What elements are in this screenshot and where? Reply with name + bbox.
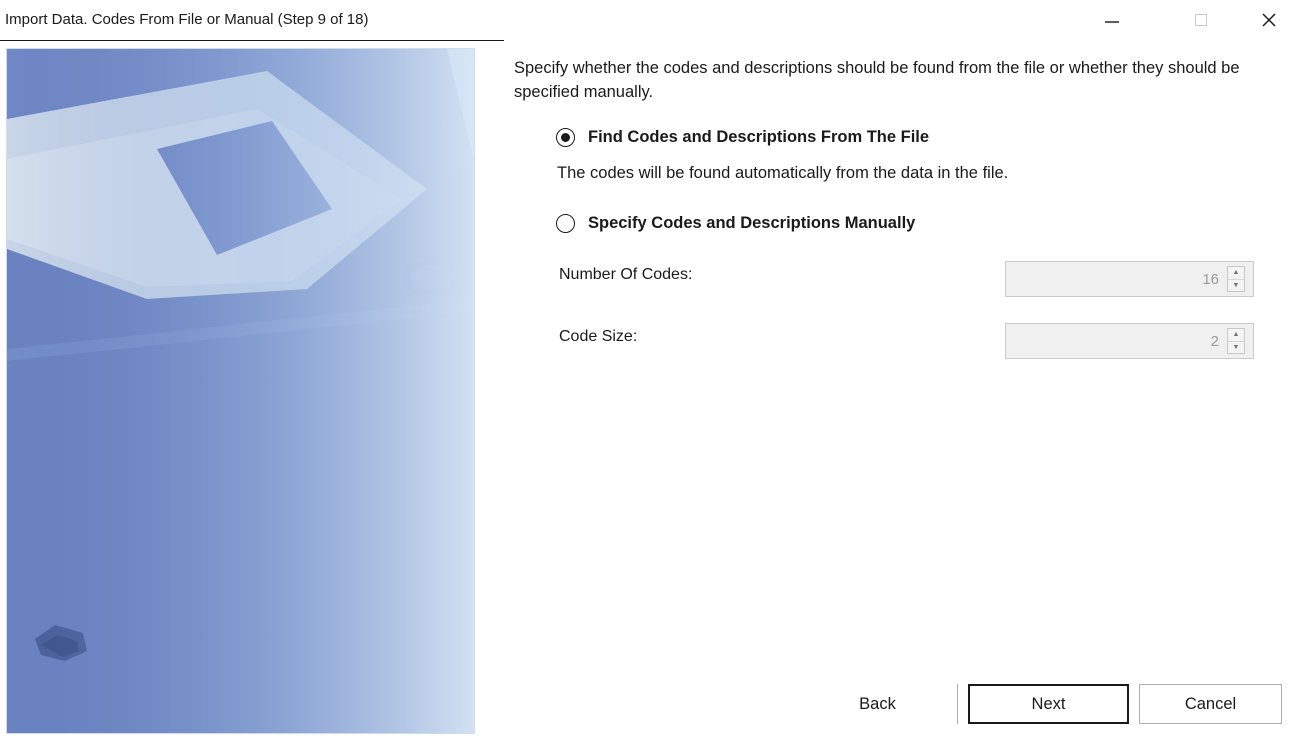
radio-selected-icon[interactable] [556, 128, 575, 147]
close-button[interactable] [1246, 4, 1292, 36]
radio-label-find-from-file: Find Codes and Descriptions From The Fil… [588, 128, 930, 146]
back-button[interactable]: Back [797, 684, 958, 724]
maximize-button[interactable] [1178, 4, 1224, 36]
number-of-codes-value[interactable]: 16 [1006, 271, 1227, 288]
cancel-button[interactable]: Cancel [1139, 684, 1282, 724]
wizard-side-image [6, 48, 475, 734]
radio-label-specify-manually: Specify Codes and Descriptions Manually [588, 214, 916, 232]
title-underline [0, 40, 504, 41]
minimize-icon [1105, 21, 1119, 23]
maximize-icon [1195, 14, 1207, 26]
spin-up-icon[interactable]: ▲ [1228, 267, 1244, 280]
radio-specify-manually[interactable]: Specify Codes and Descriptions Manually [556, 214, 915, 233]
spin-down-icon[interactable]: ▼ [1228, 342, 1244, 354]
radio-find-from-file[interactable]: Find Codes and Descriptions From The Fil… [556, 128, 929, 147]
radio-dot [561, 133, 570, 142]
close-icon [1262, 13, 1276, 27]
code-size-label: Code Size: [559, 328, 638, 345]
floppy-disk-icon [7, 49, 474, 733]
number-of-codes-spin-buttons[interactable]: ▲ ▼ [1227, 266, 1245, 292]
spin-up-icon[interactable]: ▲ [1228, 329, 1244, 342]
code-size-spin-buttons[interactable]: ▲ ▼ [1227, 328, 1245, 354]
title-bar: Import Data. Codes From File or Manual (… [0, 0, 1316, 40]
code-size-spinner[interactable]: 2 ▲ ▼ [1005, 323, 1254, 359]
radio-unselected-icon[interactable] [556, 214, 575, 233]
step-description: Specify whether the codes and descriptio… [514, 59, 1240, 101]
radio-help-text: The codes will be found automatically fr… [557, 164, 1009, 182]
code-size-value[interactable]: 2 [1006, 333, 1227, 350]
number-of-codes-spinner[interactable]: 16 ▲ ▼ [1005, 261, 1254, 297]
number-of-codes-label: Number Of Codes: [559, 266, 693, 283]
window-title: Import Data. Codes From File or Manual (… [5, 11, 369, 28]
spin-down-icon[interactable]: ▼ [1228, 280, 1244, 292]
next-button[interactable]: Next [968, 684, 1129, 724]
minimize-button[interactable] [1089, 4, 1135, 36]
